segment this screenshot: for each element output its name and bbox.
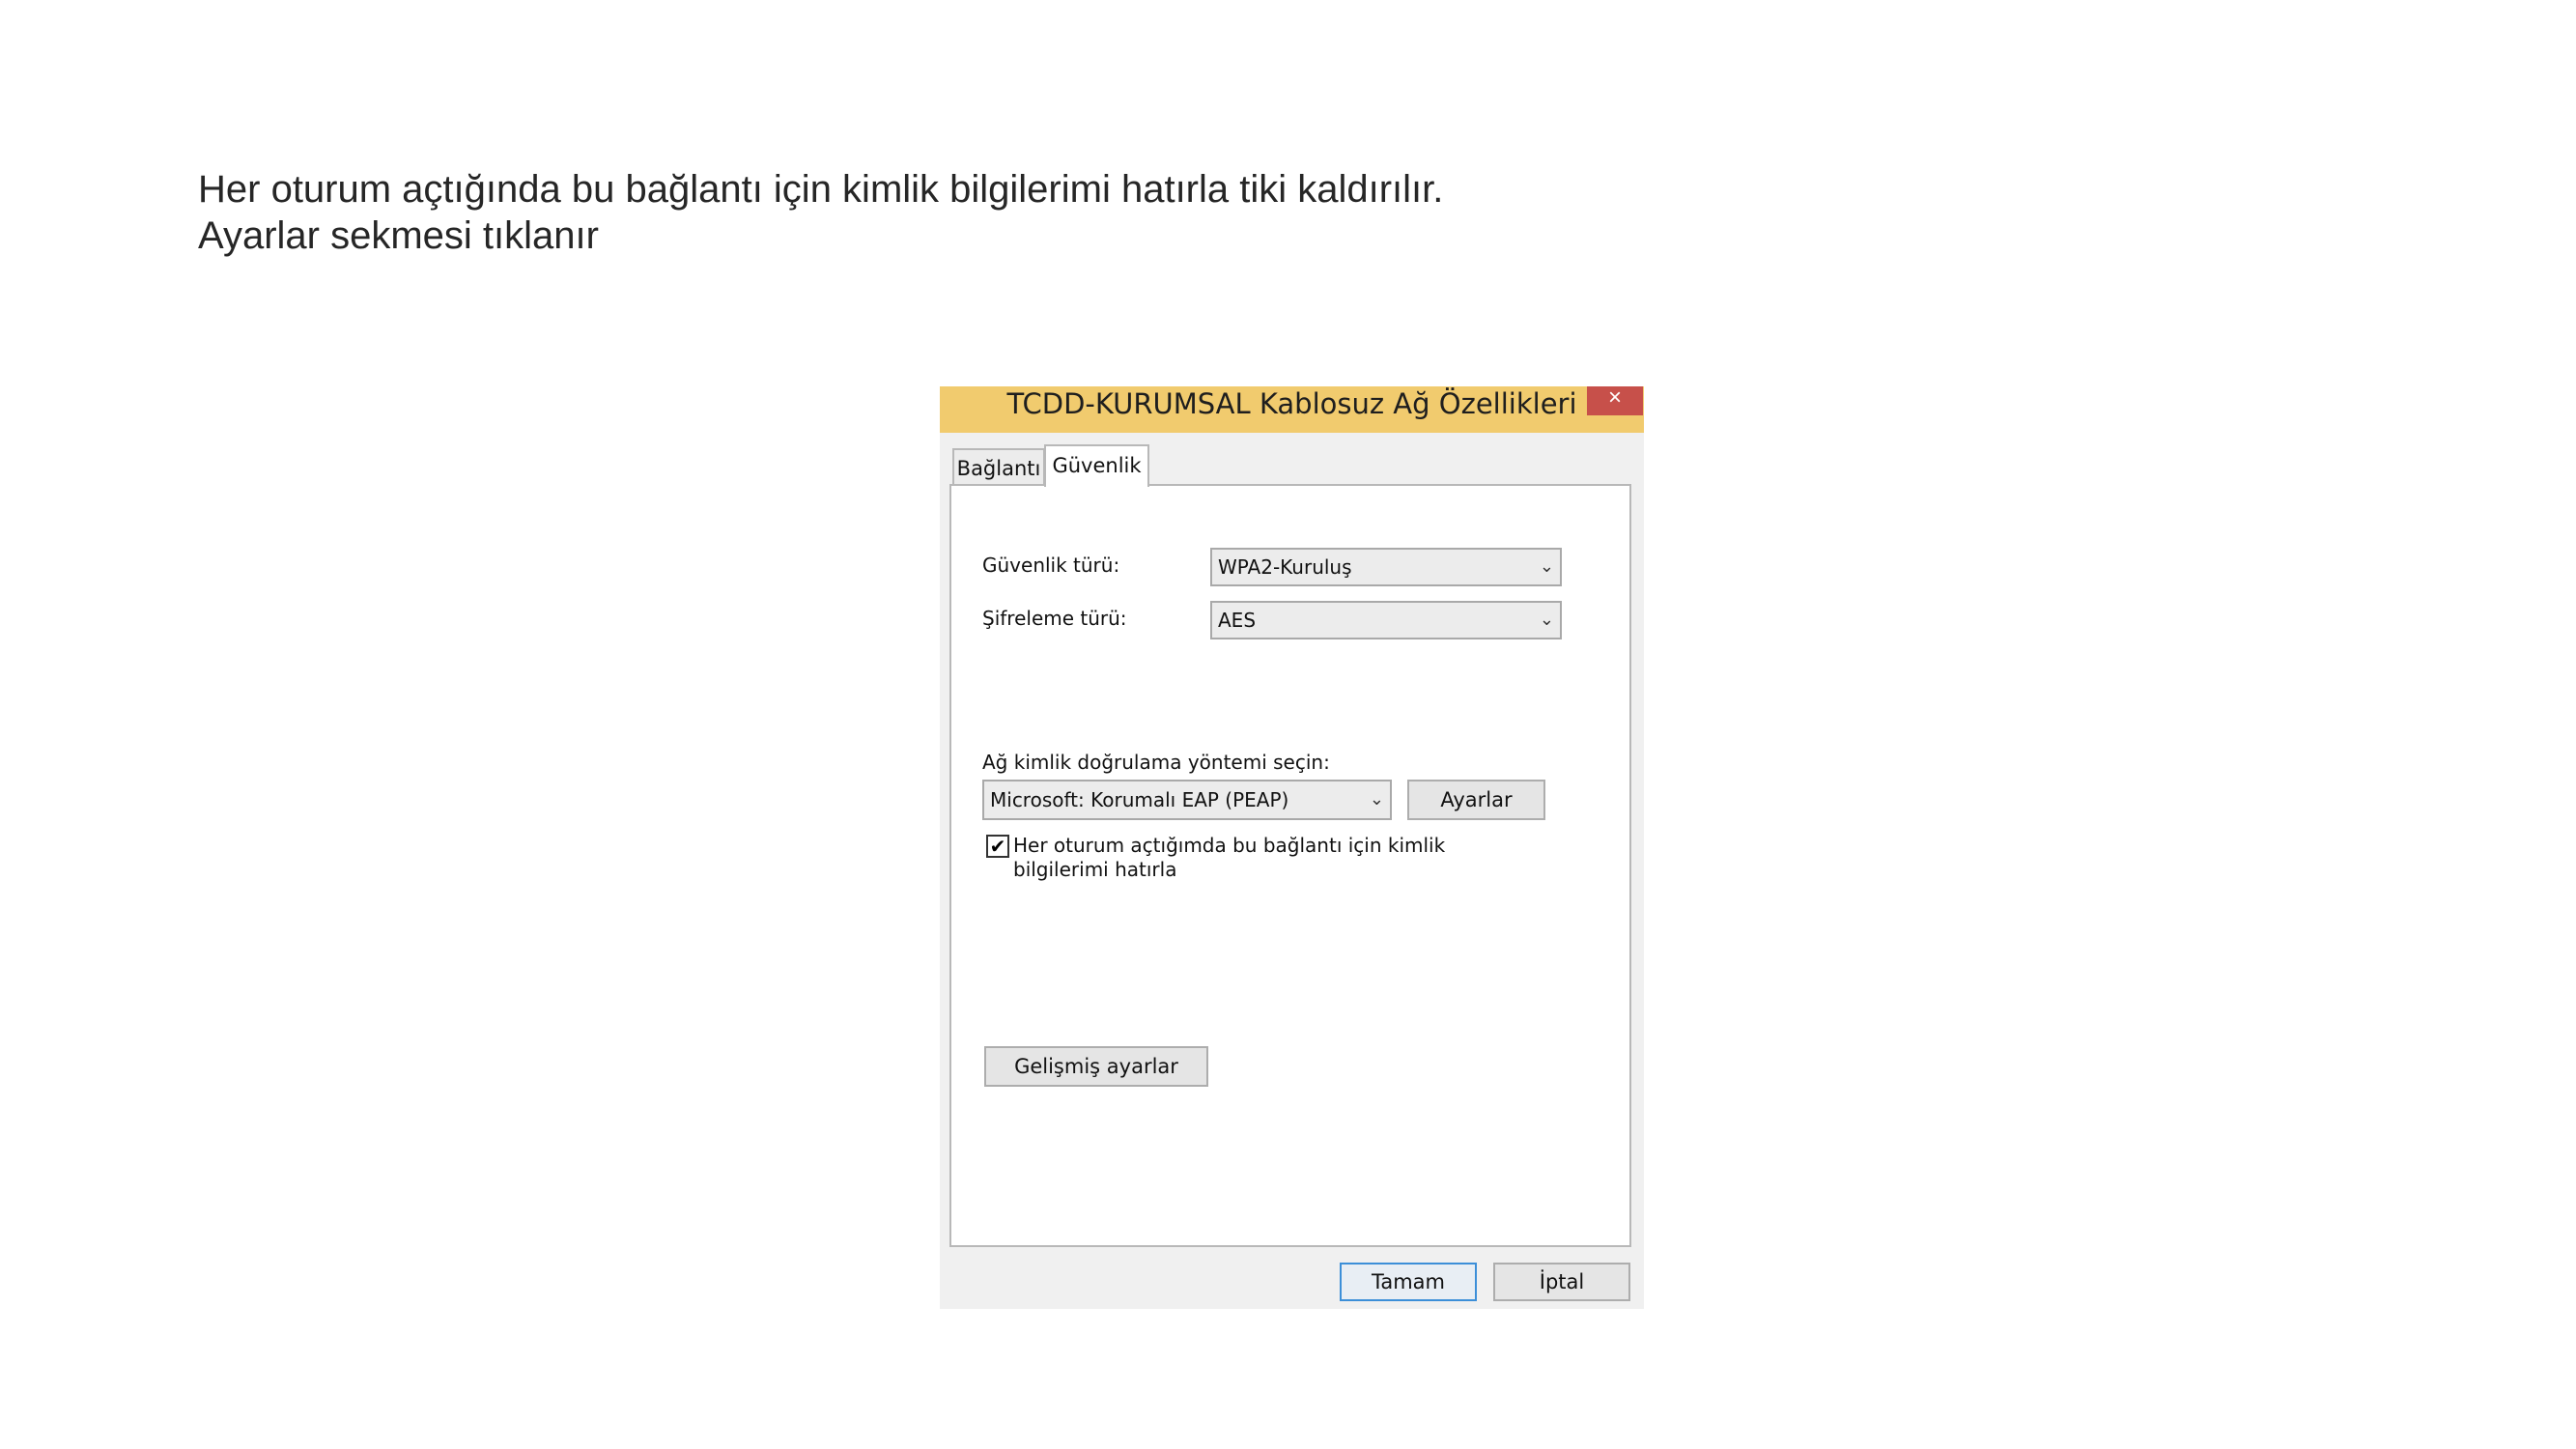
encryption-type-label: Şifreleme türü: [982,607,1127,630]
close-icon: × [1607,384,1622,411]
dialog-titlebar: TCDD-KURUMSAL Kablosuz Ağ Özellikleri × [940,386,1644,433]
auth-method-value: Microsoft: Korumalı EAP (PEAP) [990,788,1289,811]
security-type-select[interactable]: WPA2-Kuruluş ⌄ [1210,548,1562,586]
chevron-down-icon: ⌄ [1539,610,1554,630]
security-tab-panel: Güvenlik türü: WPA2-Kuruluş ⌄ Şifreleme … [949,484,1631,1247]
close-button[interactable]: × [1587,386,1643,415]
instruction-line-1: Her oturum açtığında bu bağlantı için ki… [198,168,1444,211]
auth-method-label: Ağ kimlik doğrulama yöntemi seçin: [982,751,1330,774]
remember-credentials-label: Her oturum açtığımda bu bağlantı için ki… [1013,834,1446,881]
wireless-properties-dialog: TCDD-KURUMSAL Kablosuz Ağ Özellikleri × … [940,386,1644,1309]
auth-settings-button[interactable]: Ayarlar [1407,780,1545,820]
encryption-type-select[interactable]: AES ⌄ [1210,601,1562,639]
security-type-label: Güvenlik türü: [982,554,1120,577]
chevron-down-icon: ⌄ [1369,789,1384,810]
slide-instructions: Her oturum açtığında bu bağlantı için ki… [198,166,1443,259]
advanced-settings-button[interactable]: Gelişmiş ayarlar [984,1046,1208,1087]
remember-credentials-checkbox[interactable]: ✔ [986,835,1009,858]
tab-guvenlik[interactable]: Güvenlik [1044,444,1149,487]
tab-baglanti[interactable]: Bağlantı [952,448,1045,485]
ok-button[interactable]: Tamam [1340,1263,1477,1301]
encryption-type-value: AES [1218,609,1257,632]
instruction-line-2: Ayarlar sekmesi tıklanır [198,214,599,257]
security-type-value: WPA2-Kuruluş [1218,555,1352,579]
checkmark-icon: ✔ [989,835,1006,858]
cancel-button[interactable]: İptal [1493,1263,1630,1301]
dialog-title: TCDD-KURUMSAL Kablosuz Ağ Özellikleri [1006,387,1577,420]
auth-method-select[interactable]: Microsoft: Korumalı EAP (PEAP) ⌄ [982,780,1392,820]
chevron-down-icon: ⌄ [1539,556,1554,577]
